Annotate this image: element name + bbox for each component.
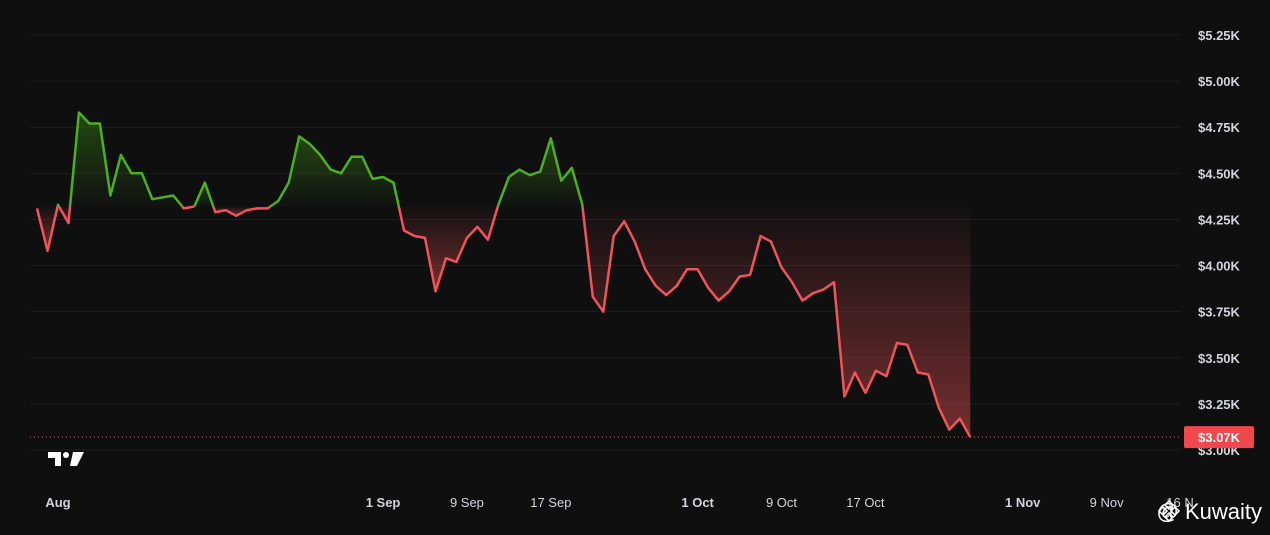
- x-tick-label: 17 Sep: [530, 495, 571, 510]
- line-segment-up: [56, 203, 61, 208]
- x-axis: Aug 1 Sep 9 Sep 17 Sep 1 Oct 9 Oct 17 Oct 1 Nov…: [45, 495, 1193, 510]
- y-tick-label: $4.25K: [1198, 212, 1241, 227]
- y-tick-label: $3.50K: [1198, 351, 1241, 366]
- tradingview-logo-icon: [48, 452, 84, 466]
- area-above-baseline: [70, 112, 183, 207]
- x-tick-label: 1 Nov: [1005, 495, 1041, 510]
- chart-canvas[interactable]: $5.25K $5.00K $4.75K $4.50K $4.25K $4.00K $3.7…: [0, 0, 1270, 535]
- x-tick-label: 1 Oct: [681, 495, 714, 510]
- line-segment-down: [181, 205, 195, 210]
- watermark: @ Kuwaity: [1157, 499, 1262, 525]
- y-tick-label: $3.75K: [1198, 305, 1241, 320]
- last-price-label: $3.07K: [1184, 426, 1254, 449]
- y-tick-label: $5.25K: [1198, 28, 1241, 43]
- baseline-fill: [37, 112, 971, 438]
- y-axis: $5.25K $5.00K $4.75K $4.50K $4.25K $4.00K $3.7…: [1198, 28, 1241, 458]
- y-tick-label: $5.00K: [1198, 74, 1241, 89]
- x-tick-label: 1 Sep: [366, 495, 401, 510]
- last-price-value: $3.07K: [1198, 430, 1241, 445]
- area-below-baseline: [398, 206, 498, 292]
- price-chart[interactable]: $5.25K $5.00K $4.75K $4.50K $4.25K $4.00K $3.7…: [0, 0, 1270, 535]
- x-tick-label: 17 Oct: [846, 495, 885, 510]
- x-tick-label: 9 Sep: [450, 495, 484, 510]
- y-tick-label: $4.75K: [1198, 120, 1241, 135]
- y-tick-label: $4.00K: [1198, 259, 1241, 274]
- x-tick-label: 9 Oct: [766, 495, 797, 510]
- area-below-baseline: [582, 206, 971, 438]
- x-tick-label: 9 Nov: [1090, 495, 1124, 510]
- y-tick-label: $4.50K: [1198, 166, 1241, 181]
- area-below-baseline: [37, 206, 58, 251]
- y-tick-label: $3.25K: [1198, 397, 1241, 412]
- binance-logo-icon: [1157, 499, 1180, 523]
- x-tick-label: Aug: [45, 495, 70, 510]
